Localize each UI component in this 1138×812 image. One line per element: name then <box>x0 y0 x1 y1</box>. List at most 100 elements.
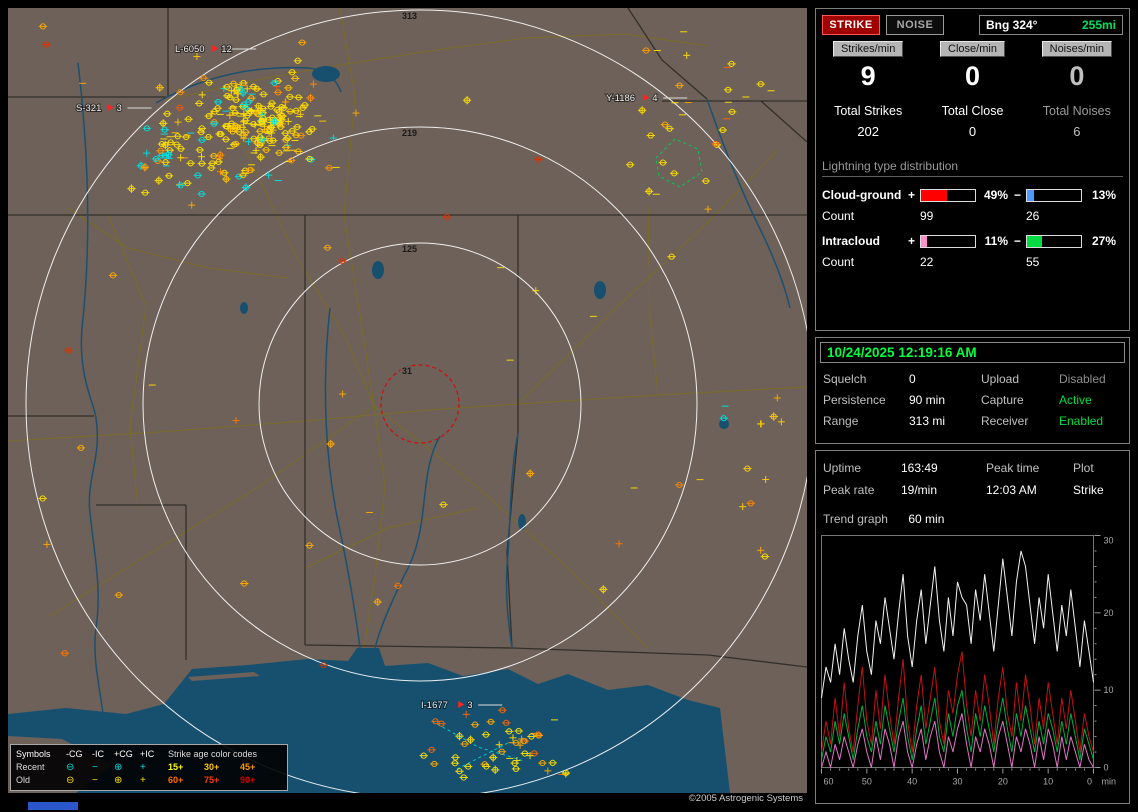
cg-plus-bar <box>920 188 976 202</box>
svg-text:Y-1186: Y-1186 <box>606 93 635 104</box>
range-label: Range <box>823 414 859 428</box>
session-panel: Uptime 163:49 Peak time Plot Peak rate 1… <box>815 450 1130 804</box>
map-canvas[interactable]: L-6050 12 S-321 3 Y-1186 4 I-1677 3 313 219 125 31 <box>8 8 807 793</box>
cg-plus-count: 99 <box>920 209 934 223</box>
cg-minus-count: 26 <box>1026 209 1040 223</box>
ic-minus-bar <box>1026 234 1082 248</box>
svg-text:0: 0 <box>1104 763 1109 773</box>
total-strikes-value: 202 <box>857 124 880 139</box>
persistence-label: Persistence <box>823 393 886 407</box>
old-cg-pos-icon: ⊕ <box>114 775 123 786</box>
recent-cg-pos-icon: ⊕ <box>114 762 123 773</box>
legend-col-cg-neg: -CG <box>66 749 83 759</box>
noise-mode-button[interactable]: NOISE <box>886 15 944 35</box>
svg-text:S-321: S-321 <box>76 103 101 114</box>
squelch-label: Squelch <box>823 372 867 386</box>
ic-plus-pct: 11% <box>984 234 1008 248</box>
range-value: 313 mi <box>909 414 946 428</box>
cg-count-label: Count <box>822 209 855 223</box>
age-90-label: 90+ <box>240 775 256 785</box>
svg-text:20: 20 <box>998 777 1008 787</box>
plot-value: Strike <box>1073 483 1104 497</box>
noises-per-min-button[interactable]: Noises/min <box>1041 41 1113 57</box>
svg-text:3: 3 <box>467 700 472 711</box>
intracloud-label: Intracloud <box>822 234 881 248</box>
legend-col-ic-pos: +IC <box>140 749 155 759</box>
ic-minus-count: 55 <box>1026 255 1040 269</box>
age-15-label: 15+ <box>168 762 184 772</box>
upload-value: Disabled <box>1059 372 1106 386</box>
legend-symbols-label: Symbols <box>16 749 51 759</box>
svg-text:L-6050: L-6050 <box>175 44 205 55</box>
peak-rate-value: 19/min <box>901 483 938 497</box>
close-counter-column: Close/min 0 Total Close 0 <box>920 41 1024 139</box>
taskbar-fragment <box>28 802 78 810</box>
close-per-min-button[interactable]: Close/min <box>940 41 1005 57</box>
peak-rate-label: Peak rate <box>823 483 875 497</box>
total-close-label: Total Close <box>941 104 1004 118</box>
cg-minus-sign: − <box>1014 188 1022 202</box>
bearing-value: Bng 324° <box>986 18 1038 32</box>
svg-text:I-1677: I-1677 <box>421 700 448 711</box>
capture-value: Active <box>1059 393 1092 407</box>
age-60-label: 60+ <box>168 775 184 785</box>
map-area[interactable]: L-6050 12 S-321 3 Y-1186 4 I-1677 3 313 219 125 31 … <box>8 8 807 793</box>
upload-label: Upload <box>981 372 1020 386</box>
peak-time-value: 12:03 AM <box>986 483 1037 497</box>
svg-text:60: 60 <box>823 777 833 787</box>
cg-minus-bar <box>1026 188 1082 202</box>
rate-counters: Strikes/min 9 Total Strikes 202 Close/mi… <box>816 41 1129 139</box>
age-75-label: 75+ <box>204 775 220 785</box>
copyright-text: ©2005 Astrogenic Systems <box>688 793 803 804</box>
svg-text:min: min <box>1102 777 1117 787</box>
svg-text:10: 10 <box>1043 777 1053 787</box>
trend-graph-container: 30 20 10 0 60 50 40 30 20 10 0 min <box>821 535 1129 800</box>
total-strikes-label: Total Strikes <box>834 104 903 118</box>
map-legend: Symbols -CG -IC +CG +IC Strike age color… <box>10 744 288 791</box>
cloud-ground-count-row: Count 99 26 <box>822 209 1123 223</box>
legend-age-title: Strike age color codes <box>168 749 258 759</box>
legend-col-cg-pos: +CG <box>114 749 133 759</box>
noises-per-min-value: 0 <box>1069 61 1085 91</box>
svg-text:30: 30 <box>1104 536 1114 546</box>
uptime-value: 163:49 <box>901 461 938 475</box>
close-per-min-value: 0 <box>964 61 980 91</box>
svg-text:313: 313 <box>402 11 417 21</box>
svg-text:125: 125 <box>402 244 417 254</box>
age-30-label: 30+ <box>204 762 220 772</box>
legend-col-ic-neg: -IC <box>92 749 104 759</box>
trend-graph-canvas: 30 20 10 0 60 50 40 30 20 10 0 min <box>821 535 1117 787</box>
svg-text:3: 3 <box>117 103 122 114</box>
cg-plus-sign: + <box>908 188 916 202</box>
cloud-ground-label: Cloud-ground <box>822 188 902 202</box>
trend-graph-header: Trend graph 60 min <box>823 512 1122 526</box>
ic-plus-sign: + <box>908 234 916 248</box>
recent-ic-neg-icon: − <box>92 762 98 773</box>
strike-mode-button[interactable]: STRIKE <box>822 15 880 35</box>
recent-cg-neg-icon: ⊖ <box>66 762 75 773</box>
cg-minus-pct: 13% <box>1091 188 1116 202</box>
session-grid: Uptime 163:49 Peak time Plot Peak rate 1… <box>823 461 1122 497</box>
total-noises-value: 6 <box>1073 124 1081 139</box>
svg-text:0: 0 <box>1087 777 1092 787</box>
legend-old-label: Old <box>16 775 31 785</box>
stats-panel: STRIKE NOISE Bng 324° 255mi Strikes/min … <box>815 8 1130 331</box>
cg-plus-pct: 49% <box>983 188 1008 202</box>
legend-recent-row: Recent ⊖ − ⊕ + 15+ 30+ 45+ <box>16 761 282 774</box>
status-panel: 10/24/2025 12:19:16 AM Squelch 0 Upload … <box>815 337 1130 444</box>
recent-ic-pos-icon: + <box>140 762 146 773</box>
old-cg-neg-icon: ⊖ <box>66 775 75 786</box>
app-window: L-6050 12 S-321 3 Y-1186 4 I-1677 3 313 219 125 31 … <box>0 0 1138 812</box>
svg-text:30: 30 <box>952 777 962 787</box>
age-45-label: 45+ <box>240 762 256 772</box>
legend-header-row: Symbols -CG -IC +CG +IC Strike age color… <box>16 748 282 761</box>
old-ic-neg-icon: − <box>92 775 98 786</box>
bearing-readout: Bng 324° 255mi <box>979 15 1123 35</box>
legend-recent-label: Recent <box>16 762 45 772</box>
cloud-ground-row: Cloud-ground + 49% − 13% <box>822 188 1123 202</box>
svg-text:50: 50 <box>862 777 872 787</box>
ic-count-label: Count <box>822 255 855 269</box>
squelch-value: 0 <box>909 372 916 386</box>
strikes-per-min-button[interactable]: Strikes/min <box>832 41 904 57</box>
uptime-label: Uptime <box>823 461 862 475</box>
